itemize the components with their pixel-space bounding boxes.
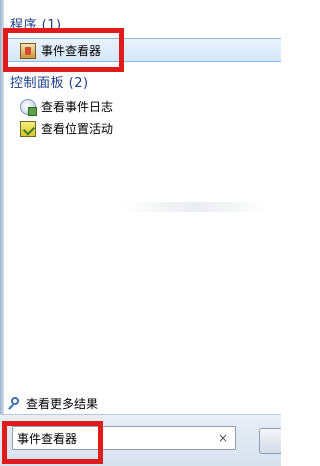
panel-left-border <box>0 0 4 466</box>
search-input[interactable] <box>12 426 236 450</box>
event-viewer-icon <box>20 42 36 59</box>
faded-background-artifact <box>120 202 270 212</box>
control-panel-section-header[interactable]: 控制面板 (2) <box>10 72 89 91</box>
location-activity-icon <box>20 120 36 137</box>
programs-section-header[interactable]: 程序 (1) <box>10 14 62 33</box>
event-log-icon <box>20 98 37 116</box>
result-item-label: 事件查看器 <box>41 44 102 58</box>
result-item-view-location-activity[interactable]: 查看位置活动 <box>20 120 113 137</box>
search-icon <box>8 396 22 411</box>
see-more-results-link[interactable]: 查看更多结果 <box>8 395 98 412</box>
result-item-label: 查看事件日志 <box>41 100 114 114</box>
result-item-event-viewer[interactable]: 事件查看器 <box>20 42 101 59</box>
result-item-label: 查看位置活动 <box>41 122 114 136</box>
clear-search-icon[interactable]: × <box>216 430 230 446</box>
see-more-results-label: 查看更多结果 <box>26 397 99 411</box>
result-item-view-event-logs[interactable]: 查看事件日志 <box>20 98 114 116</box>
shutdown-button[interactable] <box>259 428 281 454</box>
start-menu-search-panel: 程序 (1) 事件查看器 控制面板 (2) 查看事件日志 查看位置活动 查看更多… <box>0 0 281 466</box>
